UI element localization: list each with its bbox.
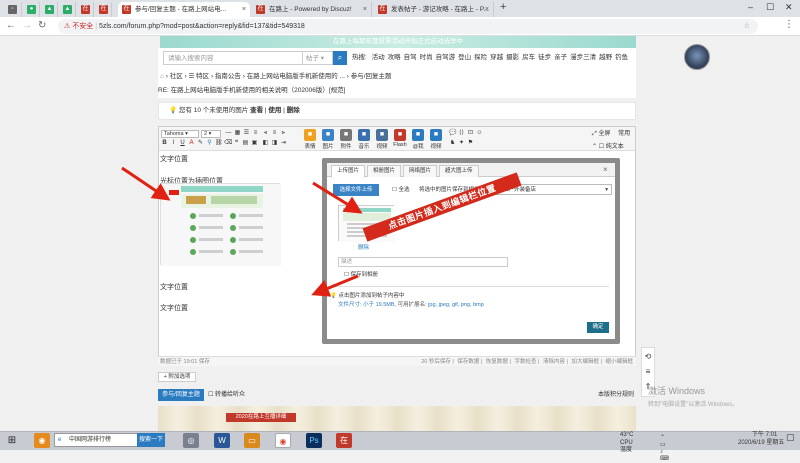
word-icon[interactable]: W [214, 433, 230, 448]
windows-activate-hint: 转到"电脑设置"以激活 Windows。 [648, 402, 739, 408]
tray-icons[interactable]: ⌃ ▭ ♪ ⌨ [660, 435, 669, 463]
ie-icon: e [58, 437, 62, 443]
clock-date[interactable]: 2020/6/19 星期五 [738, 440, 784, 447]
taskbar-search-input[interactable]: e 中国网游排行榜 [54, 433, 138, 447]
arrow-to-thumbnail [312, 181, 363, 214]
windows-activate-title: 激活 Windows [648, 386, 706, 396]
photoshop-icon[interactable]: Ps [306, 433, 322, 448]
cpu-label: CPU温度 [620, 440, 633, 453]
taskbar-search-button[interactable]: 搜索一下 [137, 433, 165, 447]
notification-icon[interactable]: ▢ [786, 433, 795, 442]
arrow-to-editor [311, 274, 359, 297]
arrow-to-image [121, 166, 171, 201]
windows-start-icon[interactable]: ⊞ [4, 433, 20, 448]
app-icon[interactable]: ◉ [34, 433, 50, 448]
clock-time[interactable]: 下午 7:01 [752, 432, 777, 439]
folder-icon[interactable]: ▭ [244, 433, 260, 448]
cpu-temp: 43°C [620, 432, 634, 438]
site-app-icon[interactable]: 在 [336, 433, 352, 448]
photo-app-icon[interactable]: ◎ [183, 433, 199, 448]
taskbar-search-text: 中国网游排行榜 [69, 437, 112, 443]
chrome-icon[interactable]: ◉ [275, 433, 291, 448]
